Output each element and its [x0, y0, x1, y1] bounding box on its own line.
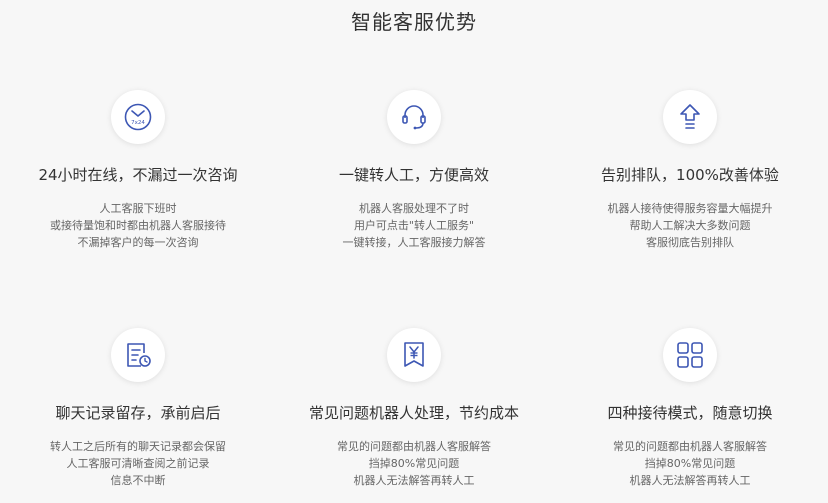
feature-title: 常见问题机器人处理，节约成本	[308, 404, 519, 422]
feature-title: 聊天记录留存，承前启后	[55, 404, 221, 422]
desc-line: 不漏掉客户的每一次咨询	[77, 236, 199, 249]
desc-line: 信息不中断	[110, 474, 166, 487]
desc-line: 机器人无法解答再转人工	[353, 474, 475, 487]
feature-description: 常见的问题都由机器人客服解答 挡掉80%常见问题 机器人无法解答再转人工	[276, 438, 552, 489]
desc-line: 人工客服下班时	[99, 202, 177, 215]
icon-circle	[387, 90, 441, 144]
icon-circle	[663, 90, 717, 144]
upgrade-arrow-icon	[680, 104, 700, 129]
icon-circle: 7x24	[111, 90, 165, 144]
feature-card-24h-online: 7x24 24小时在线，不漏过一次咨询 人工客服下班时 或接待量饱和时都由机器人…	[0, 90, 276, 251]
feature-card-chat-history: 聊天记录留存，承前启后 转人工之后所有的聊天记录都会保留 人工客服可清晰查阅之前…	[0, 328, 276, 489]
desc-line: 转人工之后所有的聊天记录都会保留	[50, 440, 226, 453]
icon-circle	[387, 328, 441, 382]
feature-title: 24小时在线，不漏过一次咨询	[38, 166, 238, 184]
yen-bookmark-icon	[404, 342, 424, 367]
chat-record-icon	[127, 343, 151, 367]
desc-line: 用户可点击"转人工服务"	[353, 219, 475, 232]
icon-circle	[111, 328, 165, 382]
desc-line: 一键转接，人工客服接力解答	[342, 236, 486, 249]
desc-line: 帮助人工解决大多数问题	[629, 219, 751, 232]
feature-title: 四种接待模式，随意切换	[607, 404, 773, 422]
clock-7x24-icon: 7x24	[124, 103, 152, 131]
desc-line: 人工客服可清晰查阅之前记录	[66, 457, 210, 470]
desc-line: 机器人客服处理不了时	[359, 202, 469, 215]
desc-line: 常见的问题都由机器人客服解答	[337, 440, 491, 453]
page-title: 智能客服优势	[351, 10, 477, 34]
feature-card-one-click-transfer: 一键转人工，方便高效 机器人客服处理不了时 用户可点击"转人工服务" 一键转接，…	[276, 90, 552, 251]
feature-card-no-queue: 告别排队，100%改善体验 机器人接待使得服务容量大幅提升 帮助人工解决大多数问…	[552, 90, 828, 251]
headset-icon	[402, 105, 426, 130]
desc-line: 挡掉80%常见问题	[368, 457, 460, 470]
grid-modes-icon	[677, 342, 703, 368]
desc-line: 机器人接待使得服务容量大幅提升	[607, 202, 773, 215]
desc-line: 挡掉80%常见问题	[644, 457, 736, 470]
desc-line: 常见的问题都由机器人客服解答	[613, 440, 767, 453]
feature-description: 常见的问题都由机器人客服解答 挡掉80%常见问题 机器人无法解答再转人工	[552, 438, 828, 489]
desc-line: 机器人无法解答再转人工	[629, 474, 751, 487]
feature-card-four-modes: 四种接待模式，随意切换 常见的问题都由机器人客服解答 挡掉80%常见问题 机器人…	[552, 328, 828, 489]
feature-card-cost-saving: 常见问题机器人处理，节约成本 常见的问题都由机器人客服解答 挡掉80%常见问题 …	[276, 328, 552, 489]
feature-description: 人工客服下班时 或接待量饱和时都由机器人客服接待 不漏掉客户的每一次咨询	[0, 200, 276, 251]
svg-text:7x24: 7x24	[131, 120, 145, 126]
icon-circle	[663, 328, 717, 382]
feature-description: 转人工之后所有的聊天记录都会保留 人工客服可清晰查阅之前记录 信息不中断	[0, 438, 276, 489]
feature-description: 机器人客服处理不了时 用户可点击"转人工服务" 一键转接，人工客服接力解答	[276, 200, 552, 251]
desc-line: 客服彻底告别排队	[646, 236, 734, 249]
feature-title: 一键转人工，方便高效	[338, 166, 489, 184]
feature-title: 告别排队，100%改善体验	[601, 166, 779, 184]
feature-description: 机器人接待使得服务容量大幅提升 帮助人工解决大多数问题 客服彻底告别排队	[552, 200, 828, 251]
desc-line: 或接待量饱和时都由机器人客服接待	[50, 219, 226, 232]
